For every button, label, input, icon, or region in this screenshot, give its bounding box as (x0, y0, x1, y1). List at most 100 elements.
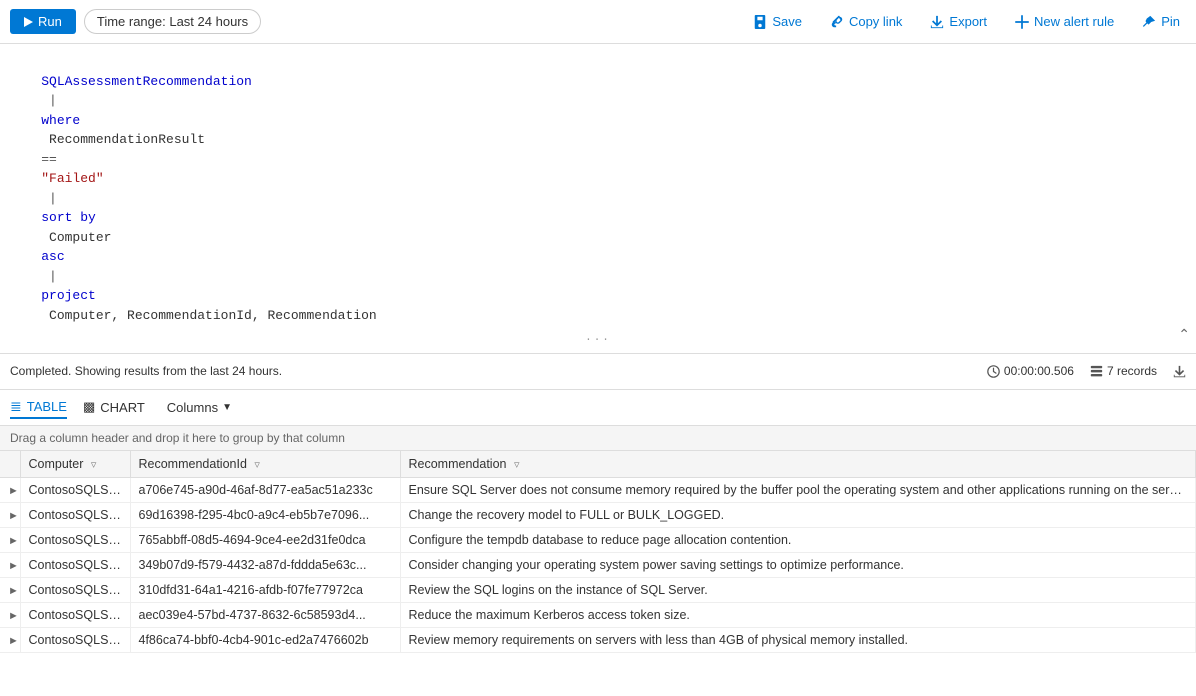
table-row: ►ContosoSQLSrv14f86ca74-bbf0-4cb4-901c-e… (0, 627, 1196, 652)
table-tab-label: TABLE (27, 399, 67, 414)
expand-cell[interactable]: ► (0, 502, 20, 527)
export-button[interactable]: Export (924, 10, 993, 33)
table-row: ►ContosoSQLSrv1310dfd31-64a1-4216-afdb-f… (0, 577, 1196, 602)
records-count: 7 records (1107, 364, 1157, 378)
view-tabs: ≣ TABLE ▩ CHART Columns ▼ (0, 390, 1196, 426)
clock-icon (987, 365, 1000, 378)
table-container[interactable]: Computer ▿ RecommendationId ▿ Recommenda… (0, 451, 1196, 696)
expand-button[interactable]: ► (8, 633, 20, 647)
columns-chevron-icon: ▼ (222, 402, 232, 413)
results-table: Computer ▿ RecommendationId ▿ Recommenda… (0, 451, 1196, 653)
recommendation-cell: Consider changing your operating system … (400, 552, 1196, 577)
table-body: ►ContosoSQLSrv1a706e745-a90d-46af-8d77-e… (0, 477, 1196, 652)
th-recid[interactable]: RecommendationId ▿ (130, 451, 400, 478)
copy-link-icon (830, 15, 844, 29)
chart-tab-label: CHART (100, 400, 145, 415)
th-recommendation[interactable]: Recommendation ▿ (400, 451, 1196, 478)
export-icon (930, 15, 944, 29)
run-button[interactable]: Run (10, 9, 76, 34)
expand-button[interactable]: ► (8, 483, 20, 497)
results-area: Computer ▿ RecommendationId ▿ Recommenda… (0, 451, 1196, 696)
table-icon: ≣ (10, 398, 22, 415)
filter-rec-icon[interactable]: ▿ (514, 459, 520, 471)
th-computer[interactable]: Computer ▿ (20, 451, 130, 478)
computer-cell: ContosoSQLSrv1 (20, 627, 130, 652)
expand-cell[interactable]: ► (0, 552, 20, 577)
chart-icon: ▩ (83, 399, 95, 415)
recommendation-cell: Review the SQL logins on the instance of… (400, 577, 1196, 602)
recid-cell: 765abbff-08d5-4694-9ce4-ee2d31fe0dca (130, 527, 400, 552)
table-header-row: Computer ▿ RecommendationId ▿ Recommenda… (0, 451, 1196, 478)
query-editor[interactable]: SQLAssessmentRecommendation | where Reco… (0, 44, 1196, 354)
expand-button[interactable]: ► (8, 508, 20, 522)
export-records-icon[interactable] (1173, 365, 1186, 378)
expand-cell[interactable]: ► (0, 527, 20, 552)
duration-item: 00:00:00.506 (987, 364, 1074, 378)
table-row: ►ContosoSQLSrv169d16398-f295-4bc0-a9c4-e… (0, 502, 1196, 527)
filter-recid-icon[interactable]: ▿ (254, 459, 260, 471)
records-icon (1090, 365, 1103, 378)
drag-hint-text: Drag a column header and drop it here to… (10, 431, 345, 445)
expand-cell[interactable]: ► (0, 477, 20, 502)
recid-cell: 310dfd31-64a1-4216-afdb-f07fe77972ca (130, 577, 400, 602)
recid-cell: aec039e4-57bd-4737-8632-6c58593d4... (130, 602, 400, 627)
expand-button[interactable]: ► (8, 558, 20, 572)
save-button[interactable]: Save (747, 10, 808, 33)
pin-button[interactable]: Pin (1136, 10, 1186, 33)
columns-button[interactable]: Columns ▼ (161, 398, 238, 417)
expand-cell[interactable]: ► (0, 602, 20, 627)
recommendation-cell: Change the recovery model to FULL or BUL… (400, 502, 1196, 527)
recommendation-cell: Ensure SQL Server does not consume memor… (400, 477, 1196, 502)
expand-button[interactable]: ► (8, 533, 20, 547)
filter-computer-icon[interactable]: ▿ (91, 459, 97, 471)
columns-label: Columns (167, 400, 218, 415)
save-label: Save (772, 14, 802, 29)
computer-cell: ContosoSQLSrv1 (20, 502, 130, 527)
export-label: Export (949, 14, 987, 29)
table-row: ►ContosoSQLSrv1349b07d9-f579-4432-a87d-f… (0, 552, 1196, 577)
new-alert-rule-button[interactable]: New alert rule (1009, 10, 1120, 33)
th-expand (0, 451, 20, 478)
toolbar: Run Time range: Last 24 hours Save Copy … (0, 0, 1196, 44)
recid-cell: a706e745-a90d-46af-8d77-ea5ac51a233c (130, 477, 400, 502)
tab-table[interactable]: ≣ TABLE (10, 396, 67, 419)
recommendation-cell: Reduce the maximum Kerberos access token… (400, 602, 1196, 627)
recid-cell: 4f86ca74-bbf0-4cb4-901c-ed2a7476602b (130, 627, 400, 652)
expand-button[interactable]: ► (8, 608, 20, 622)
time-range-label: Time range: Last 24 hours (97, 14, 248, 29)
duration-value: 00:00:00.506 (1004, 364, 1074, 378)
query-text: SQLAssessmentRecommendation | where Reco… (10, 52, 1186, 345)
table-row: ►ContosoSQLSrv1765abbff-08d5-4694-9ce4-e… (0, 527, 1196, 552)
table-row: ►ContosoSQLSrv1a706e745-a90d-46af-8d77-e… (0, 477, 1196, 502)
status-message: Completed. Showing results from the last… (10, 364, 987, 378)
collapse-handle[interactable]: ... (585, 330, 611, 347)
copy-link-label: Copy link (849, 14, 902, 29)
computer-cell: ContosoSQLSrv1 (20, 552, 130, 577)
table-row: ►ContosoSQLSrv1aec039e4-57bd-4737-8632-6… (0, 602, 1196, 627)
copy-link-button[interactable]: Copy link (824, 10, 908, 33)
tab-chart[interactable]: ▩ CHART (83, 397, 145, 417)
scroll-up-button[interactable]: ⌃ (1178, 326, 1190, 347)
recid-cell: 349b07d9-f579-4432-a87d-fddda5e63c... (130, 552, 400, 577)
time-range-button[interactable]: Time range: Last 24 hours (84, 9, 261, 34)
expand-button[interactable]: ► (8, 583, 20, 597)
status-meta: 00:00:00.506 7 records (987, 364, 1186, 378)
drag-hint: Drag a column header and drop it here to… (0, 426, 1196, 451)
computer-cell: ContosoSQLSrv1 (20, 577, 130, 602)
recid-cell: 69d16398-f295-4bc0-a9c4-eb5b7e7096... (130, 502, 400, 527)
new-alert-icon (1015, 15, 1029, 29)
computer-cell: ContosoSQLSrv1 (20, 602, 130, 627)
status-bar: Completed. Showing results from the last… (0, 354, 1196, 390)
save-icon (753, 15, 767, 29)
new-alert-rule-label: New alert rule (1034, 14, 1114, 29)
expand-cell[interactable]: ► (0, 627, 20, 652)
computer-cell: ContosoSQLSrv1 (20, 527, 130, 552)
expand-cell[interactable]: ► (0, 577, 20, 602)
run-label: Run (38, 14, 62, 29)
computer-cell: ContosoSQLSrv1 (20, 477, 130, 502)
th-computer-label: Computer (29, 457, 84, 471)
recommendation-cell: Review memory requirements on servers wi… (400, 627, 1196, 652)
pin-label: Pin (1161, 14, 1180, 29)
play-icon (24, 17, 33, 27)
records-item: 7 records (1090, 364, 1157, 378)
